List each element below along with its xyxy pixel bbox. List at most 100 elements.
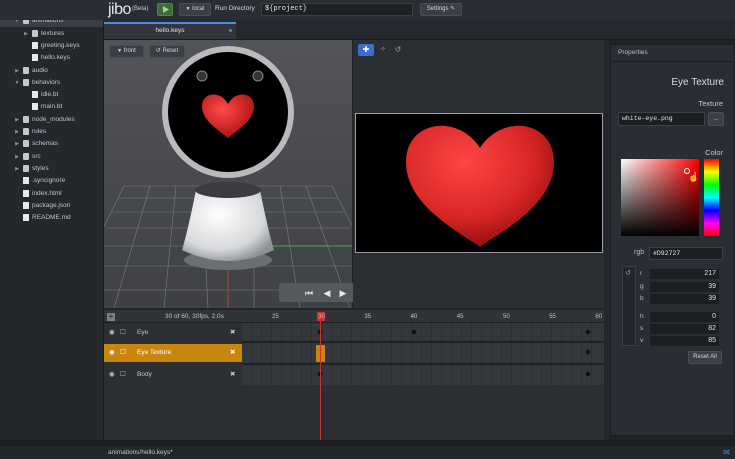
tree-folder[interactable]: ▶ schemas <box>0 138 103 150</box>
tree-item-label: node_modules <box>32 115 75 123</box>
chevron-right-icon[interactable]: ▶ <box>22 28 30 40</box>
track-body[interactable]: ◉ ☐ Body ✖ <box>104 366 242 384</box>
play-icon[interactable]: ▶ <box>336 287 350 299</box>
close-icon[interactable]: ✖ <box>230 366 235 384</box>
playhead-line[interactable] <box>320 312 321 440</box>
tree-file[interactable]: main.bt <box>0 101 103 113</box>
select-tool-icon[interactable]: ✧ <box>377 44 389 56</box>
hue-slider[interactable] <box>704 159 719 236</box>
rotate-tool-icon[interactable]: ↺ <box>392 44 404 56</box>
tree-file[interactable]: index.html <box>0 188 103 200</box>
chevron-down-icon[interactable]: ▼ <box>13 77 21 89</box>
eye-icon[interactable]: ◉ <box>109 324 115 342</box>
reset-icon: ↺ <box>155 48 161 54</box>
color-value-s[interactable]: s 82 <box>622 323 720 335</box>
color-value-v[interactable]: v 85 <box>622 335 720 347</box>
move-tool-icon[interactable]: ✚ <box>358 44 374 56</box>
pointer-cursor-icon: ☝ <box>688 172 700 182</box>
tick-label: 35 <box>364 314 372 320</box>
reset-view-label: Reset <box>162 48 179 54</box>
file-icon <box>32 54 38 62</box>
lock-icon[interactable]: ☐ <box>120 324 126 342</box>
tree-file[interactable]: hello.keys <box>0 52 103 64</box>
folder-icon <box>23 140 29 148</box>
tree-file[interactable]: package.json <box>0 200 103 212</box>
run-button[interactable] <box>157 3 173 16</box>
tree-file[interactable]: idle.bt <box>0 89 103 101</box>
tree-folder[interactable]: ▶ node_modules <box>0 114 103 126</box>
file-icon <box>32 91 38 99</box>
color-value-g[interactable]: g 39 <box>622 281 720 293</box>
edit-icon: ✎ <box>450 6 456 12</box>
chevron-right-icon[interactable]: ▶ <box>13 138 21 150</box>
divider <box>242 363 604 365</box>
tree-folder[interactable]: ▶ textures <box>0 28 103 40</box>
chevron-down-icon: ▼ <box>185 6 191 12</box>
target-select[interactable]: ▼ local <box>179 3 211 16</box>
eye-icon[interactable]: ◉ <box>109 366 115 384</box>
frame-info: 30 of 60, 30fps, 2.0s <box>165 313 224 320</box>
close-icon[interactable]: ✖ <box>230 324 235 342</box>
tree-file[interactable]: greeting.keys <box>0 40 103 52</box>
color-value-h[interactable]: h0 <box>622 311 720 323</box>
tree-item-label: README.md <box>32 214 71 222</box>
tree-folder[interactable]: ▶ styles <box>0 163 103 175</box>
close-icon[interactable]: ✖ <box>230 344 235 362</box>
lock-icon[interactable]: ☐ <box>120 366 126 384</box>
tree-item-label: audio <box>32 66 48 74</box>
divider <box>242 341 604 343</box>
reset-view-button[interactable]: ↺ Reset <box>149 45 185 58</box>
folder-icon <box>23 66 29 74</box>
reset-all-button[interactable]: Reset All <box>688 351 722 364</box>
color-value-r[interactable]: r 217 <box>622 268 720 280</box>
tree-item-label: behaviors <box>32 78 61 86</box>
track-label: Eye <box>137 329 149 336</box>
chevron-right-icon[interactable]: ▶ <box>13 126 21 138</box>
tree-item-label: hello.keys <box>41 54 70 62</box>
rgb-hex-input[interactable]: #D92727 <box>649 247 723 260</box>
app-logo: jibo <box>108 1 131 18</box>
tree-folder[interactable]: ▶ rules <box>0 126 103 138</box>
chevron-right-icon[interactable]: ▶ <box>13 65 21 77</box>
rgb-label: rgb <box>634 249 645 256</box>
play-icon <box>163 6 169 13</box>
tick-label: 55 <box>549 314 556 320</box>
tree-item-label: idle.bt <box>41 91 59 99</box>
tree-item-label: package.json <box>32 201 71 209</box>
folder-icon <box>32 29 38 37</box>
tree-folder[interactable]: ▶ src <box>0 151 103 163</box>
texture-label: Texture <box>698 99 723 108</box>
tree-folder[interactable]: ▶ audio <box>0 65 103 77</box>
settings-button[interactable]: Settings ✎ <box>420 3 462 16</box>
view-select[interactable]: ▼ front <box>109 45 144 58</box>
properties-title: Properties <box>618 49 648 56</box>
notification-icon[interactable]: ✉ <box>723 448 730 457</box>
tree-file[interactable]: README.md <box>0 212 103 224</box>
texture-input[interactable]: white-eye.png <box>618 112 705 126</box>
jump-start-icon[interactable]: ⏮ <box>302 287 316 299</box>
file-tree-sidebar: ▼jibo-sdk-beta▼animations▶texturesgreeti… <box>0 0 104 446</box>
folder-icon <box>23 78 29 86</box>
file-icon <box>23 201 29 209</box>
eye-icon[interactable]: ◉ <box>109 344 115 362</box>
add-track-icon[interactable]: + <box>107 313 115 321</box>
chevron-right-icon[interactable]: ▶ <box>13 163 21 175</box>
step-back-icon[interactable]: ◀ <box>320 287 334 299</box>
texture-browse-button[interactable]: ... <box>708 112 724 126</box>
3d-viewport[interactable] <box>104 40 352 308</box>
color-value-b[interactable]: b 39 <box>622 293 720 305</box>
lock-icon[interactable]: ☐ <box>120 344 126 362</box>
track-label: Body <box>137 371 152 378</box>
chevron-right-icon[interactable]: ▶ <box>13 114 21 126</box>
chevron-right-icon[interactable]: ▶ <box>13 151 21 163</box>
tree-item-label: textures <box>41 29 65 37</box>
tab-hello-keys[interactable]: hello.keys <box>104 22 236 39</box>
run-directory-input[interactable]: ${project} <box>261 3 413 16</box>
tab-label: hello.keys <box>155 27 185 34</box>
tree-file[interactable]: .syncignore <box>0 175 103 187</box>
tree-folder[interactable]: ▼ behaviors <box>0 77 103 89</box>
run-directory-label: Run Directory <box>215 5 255 12</box>
track-eye-texture[interactable]: ◉ ☐ Eye Texture ✖ <box>104 344 242 362</box>
keyframe-grid[interactable] <box>242 323 604 385</box>
track-eye[interactable]: ◉ ☐ Eye ✖ <box>104 324 242 342</box>
